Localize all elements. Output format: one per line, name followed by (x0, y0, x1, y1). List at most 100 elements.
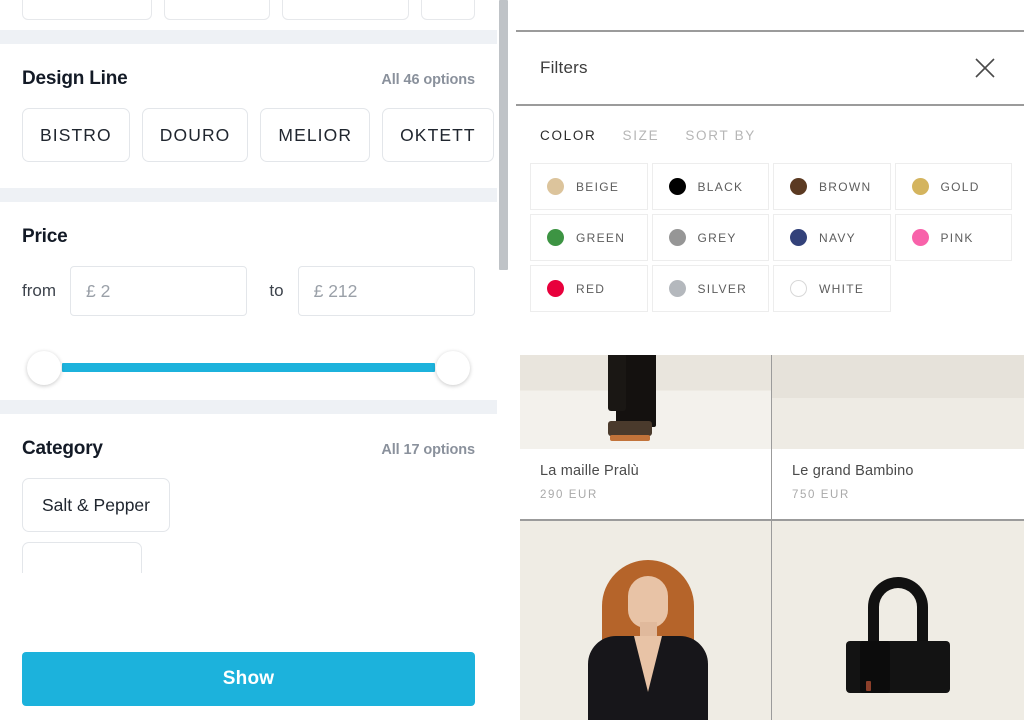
section-header: Design Line All 46 options (22, 44, 475, 108)
model-face-shape (628, 576, 668, 628)
chip-clipped[interactable] (282, 0, 410, 20)
filters-header: Filters (516, 32, 1024, 104)
product-image (520, 355, 771, 449)
product-card[interactable] (772, 521, 1024, 720)
product-image (772, 355, 1024, 449)
section-header: Category All 17 options (22, 414, 475, 478)
product-card[interactable]: Le grand Bambino 750 EUR (772, 355, 1024, 521)
chip-bistro[interactable]: BISTRO (22, 108, 130, 162)
chip-salt-and-pepper[interactable]: Salt & Pepper (22, 478, 170, 532)
color-grid-empty-cell (895, 265, 1013, 312)
color-swatch-icon (547, 280, 564, 297)
design-line-chip-row: BISTRO DOURO MELIOR OKTETT (22, 108, 494, 188)
color-swatch-icon (911, 229, 929, 246)
color-label: BEIGE (576, 179, 620, 194)
color-swatch-icon (547, 178, 564, 195)
section-title: Price (22, 226, 68, 247)
chip-douro[interactable]: DOURO (141, 108, 249, 162)
scrollbar-thumb[interactable] (499, 0, 508, 270)
chip-oktett[interactable]: OKTETT (382, 108, 494, 162)
category-chip-row: Salt & Pepper (22, 478, 475, 532)
handbag-flap-shape (860, 641, 890, 693)
price-from-input[interactable]: £ 2 (70, 266, 248, 316)
color-option-gold[interactable]: GOLD (894, 163, 1012, 210)
section-title: Category (22, 438, 103, 459)
section-divider (0, 400, 497, 414)
handbag-charm-shape (866, 681, 871, 691)
product-meta: La maille Pralù 290 EUR (520, 449, 771, 519)
color-swatch-grid: BEIGE BLACK BROWN GOLD GREEN GREY NAVY P… (516, 159, 1024, 312)
section-category: Category All 17 options Salt & Pepper (0, 414, 497, 577)
color-option-pink[interactable]: PINK (894, 214, 1012, 261)
tab-sort-by[interactable]: SORT BY (685, 128, 756, 143)
color-option-beige[interactable]: BEIGE (530, 163, 648, 210)
product-image-backdrop (772, 355, 1024, 449)
section-divider (0, 188, 497, 202)
product-image (520, 521, 771, 720)
color-option-grey[interactable]: GREY (651, 214, 769, 261)
slider-handle-max[interactable] (436, 351, 470, 385)
color-swatch-icon (790, 280, 807, 297)
chip-clipped[interactable] (421, 0, 475, 20)
color-option-navy[interactable]: NAVY (773, 214, 891, 261)
color-label: GREY (697, 230, 737, 245)
price-range-slider[interactable] (22, 334, 475, 400)
price-range-inputs: from £ 2 to £ 212 (22, 266, 475, 322)
price-from-label: from (22, 281, 56, 300)
all-options-link[interactable]: All 46 options (381, 72, 475, 88)
slider-handle-min[interactable] (27, 351, 61, 385)
slider-track (62, 363, 435, 372)
product-name: La maille Pralù (540, 463, 639, 479)
previous-section-chips-clipped (0, 0, 497, 30)
filter-tabs: COLOR SIZE SORT BY (516, 106, 1024, 159)
color-swatch-icon (668, 229, 686, 246)
color-option-silver[interactable]: SILVER (651, 265, 769, 312)
model-shoe-shape (608, 421, 652, 441)
color-label: GOLD (940, 179, 980, 194)
price-to-input[interactable]: £ 212 (297, 266, 475, 316)
all-options-link[interactable]: All 17 options (381, 442, 475, 458)
color-swatch-icon (668, 178, 686, 195)
tab-color[interactable]: COLOR (540, 128, 597, 143)
product-card[interactable] (520, 521, 772, 720)
product-price: 290 EUR (540, 489, 598, 501)
shop-filters-panel: Filters COLOR SIZE SORT BY BEIGE BLACK B… (512, 0, 1024, 720)
color-option-brown[interactable]: BROWN (773, 163, 891, 210)
chip-clipped-next-row[interactable] (22, 542, 142, 573)
color-swatch-icon (790, 178, 807, 195)
color-swatch-icon (547, 229, 564, 246)
product-name: Le grand Bambino (792, 463, 914, 479)
product-grid: La maille Pralù 290 EUR Le grand Bambino… (520, 355, 1024, 720)
screen: Design Line All 46 options BISTRO DOURO … (0, 0, 1024, 720)
close-icon[interactable] (970, 53, 1000, 83)
filter-panel-scrollbar[interactable] (499, 0, 508, 720)
chip-clipped[interactable] (22, 0, 153, 20)
section-divider (0, 30, 497, 44)
show-button[interactable]: Show (22, 652, 475, 706)
color-label: PINK (940, 230, 974, 245)
color-label: RED (576, 281, 606, 296)
product-row: La maille Pralù 290 EUR Le grand Bambino… (520, 355, 1024, 521)
top-spacer (516, 0, 1024, 30)
color-label: GREEN (576, 230, 626, 245)
color-swatch-icon (911, 178, 929, 195)
product-image (772, 521, 1024, 720)
product-card[interactable]: La maille Pralù 290 EUR (520, 355, 772, 521)
color-option-red[interactable]: RED (530, 265, 648, 312)
color-option-black[interactable]: BLACK (651, 163, 769, 210)
filters-title: Filters (540, 58, 588, 77)
section-title: Design Line (22, 68, 128, 89)
color-label: NAVY (819, 230, 856, 245)
handbag-handle-shape (868, 577, 928, 649)
chip-clipped[interactable] (164, 0, 271, 20)
color-option-green[interactable]: GREEN (530, 214, 648, 261)
color-swatch-icon (668, 280, 686, 297)
section-design-line: Design Line All 46 options BISTRO DOURO … (0, 44, 497, 188)
tab-size[interactable]: SIZE (623, 128, 660, 143)
chip-melior[interactable]: MELIOR (260, 108, 371, 162)
product-meta: Le grand Bambino 750 EUR (772, 449, 1024, 519)
color-option-white[interactable]: WHITE (773, 265, 891, 312)
color-label: WHITE (819, 281, 865, 296)
shop-filters-content: Filters COLOR SIZE SORT BY BEIGE BLACK B… (516, 0, 1024, 720)
color-label: BLACK (697, 179, 744, 194)
